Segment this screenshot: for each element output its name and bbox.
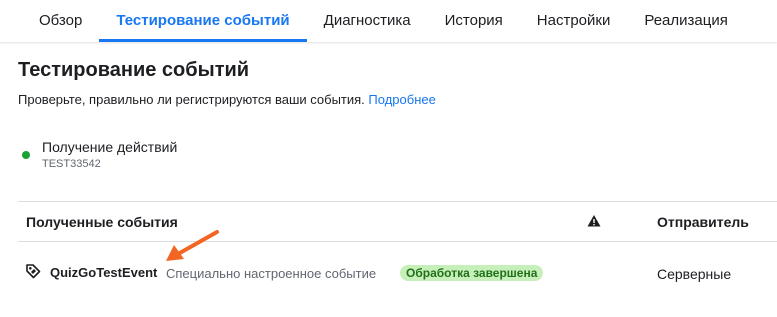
table-row[interactable]: QuizGoTestEvent Специально настроенное с… (18, 242, 777, 304)
tab-settings[interactable]: Настройки (520, 0, 628, 42)
tab-implementation[interactable]: Реализация (627, 0, 744, 42)
test-code: TEST33542 (42, 158, 101, 170)
status-badge: Обработка завершена (400, 265, 544, 281)
column-header-events: Полученные события (26, 214, 178, 230)
tab-overview[interactable]: Обзор (22, 0, 99, 42)
subtitle-text: Проверьте, правильно ли регистрируются в… (18, 92, 365, 107)
custom-event-tag-icon (26, 264, 41, 279)
tab-bar: Обзор Тестирование событий Диагностика И… (0, 0, 777, 42)
table-header: Полученные события Отправитель (18, 201, 777, 242)
events-table: Полученные события Отправитель QuizGoTes… (18, 201, 777, 304)
event-sender: Серверные (657, 266, 732, 282)
tab-test-events[interactable]: Тестирование событий (99, 0, 307, 42)
tab-history[interactable]: История (428, 0, 520, 42)
column-header-sender: Отправитель (657, 214, 749, 230)
event-description: Специально настроенное событие (166, 266, 377, 281)
event-name[interactable]: QuizGoTestEvent (50, 265, 157, 280)
status-label: Получение действий (42, 139, 178, 155)
learn-more-link[interactable]: Подробнее (368, 92, 435, 107)
annotation-arrow-icon (166, 230, 219, 261)
page-subtitle: Проверьте, правильно ли регистрируются в… (18, 92, 436, 107)
page-title: Тестирование событий (18, 59, 250, 81)
warning-icon[interactable] (587, 214, 601, 228)
status-indicator-dot (22, 151, 30, 159)
tab-diagnostics[interactable]: Диагностика (307, 0, 428, 42)
